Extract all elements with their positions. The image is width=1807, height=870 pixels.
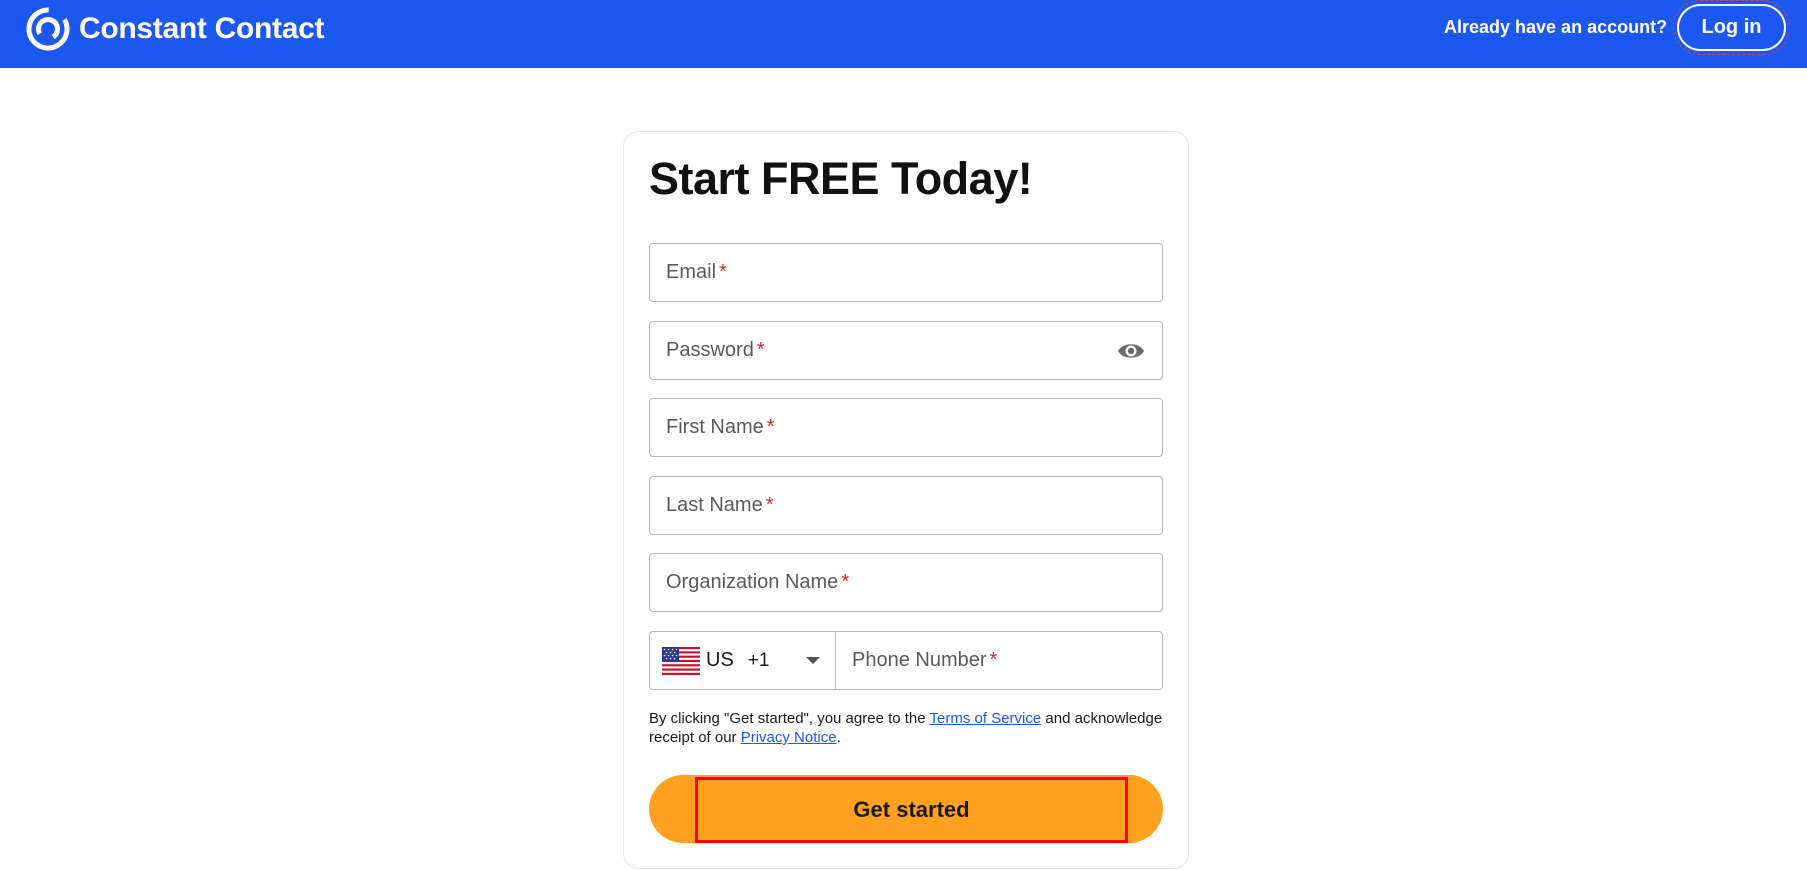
chevron-down-icon — [806, 656, 821, 664]
organization-name-field[interactable]: Organization Name * — [649, 553, 1163, 612]
last-name-placeholder: Last Name * — [666, 494, 774, 516]
country-code-select[interactable]: US +1 — [650, 632, 836, 689]
password-field[interactable]: Password * — [649, 321, 1163, 380]
email-placeholder: Email * — [666, 261, 727, 283]
page-title: Start FREE Today! — [649, 153, 1033, 204]
phone-number-field[interactable]: Phone Number * — [836, 632, 1162, 689]
get-started-button[interactable]: Get started — [649, 775, 1163, 843]
legal-notice: By clicking "Get started", you agree to … — [649, 710, 1163, 746]
login-button[interactable]: Log in — [1673, 0, 1790, 55]
brand-name: Constant Contact — [79, 12, 325, 45]
top-navigation-bar: Constant Contact Already have an account… — [0, 0, 1807, 68]
show-password-eye-icon[interactable] — [1116, 338, 1146, 364]
first-name-field[interactable]: First Name * — [649, 398, 1163, 457]
organization-name-placeholder: Organization Name * — [666, 571, 850, 593]
phone-number-placeholder: Phone Number * — [852, 649, 998, 671]
us-flag-icon — [662, 646, 700, 675]
privacy-notice-link[interactable]: Privacy Notice — [741, 729, 837, 746]
first-name-placeholder: First Name * — [666, 416, 775, 438]
country-code: US — [706, 649, 734, 671]
dial-code: +1 — [747, 649, 770, 671]
get-started-label[interactable]: Get started — [695, 777, 1128, 843]
account-question: Already have an account? — [1444, 17, 1668, 37]
constant-contact-logo-icon — [26, 7, 70, 51]
password-placeholder: Password * — [666, 339, 765, 361]
brand-logo[interactable]: Constant Contact — [25, 6, 325, 52]
last-name-field[interactable]: Last Name * — [649, 476, 1163, 535]
email-field[interactable]: Email * — [649, 243, 1163, 302]
phone-row: US +1 Phone Number * — [649, 631, 1163, 690]
terms-of-service-link[interactable]: Terms of Service — [930, 710, 1042, 727]
